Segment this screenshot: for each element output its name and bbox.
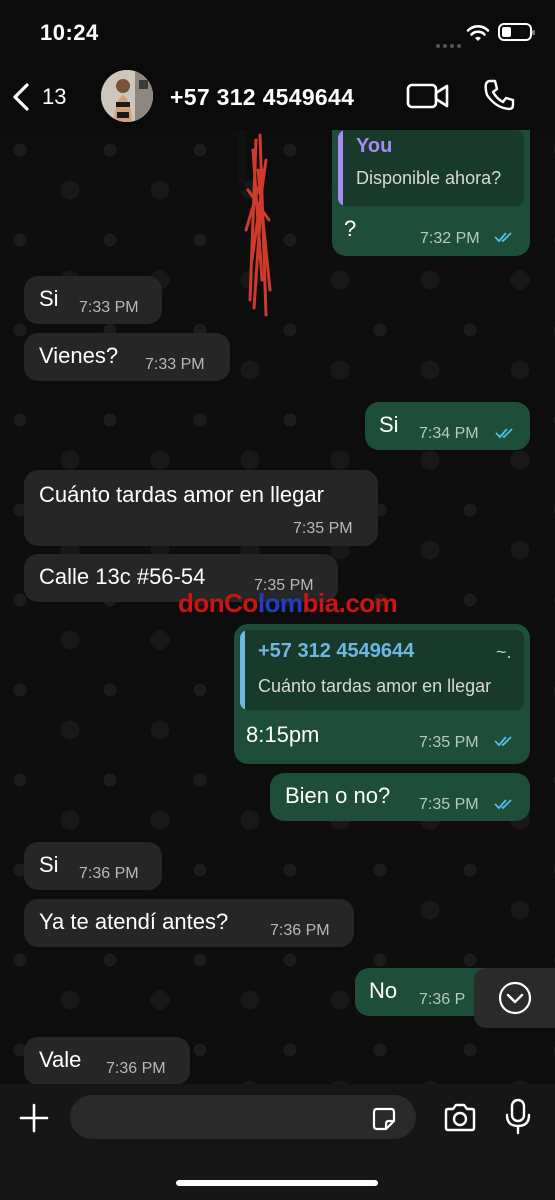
quote-author: +57 312 4549644: [258, 640, 415, 662]
read-receipt-icon: [495, 428, 513, 439]
message-bubble-outgoing[interactable]: Bien o no? 7:35 PM: [270, 773, 530, 821]
message-text: Vale: [39, 1047, 82, 1072]
message-bubble-incoming[interactable]: Si 7:33 PM: [24, 276, 162, 324]
status-bar: 10:24: [0, 0, 555, 64]
message-time: 7:36 PM: [106, 1060, 166, 1077]
status-time: 10:24: [40, 20, 99, 45]
sticker-icon[interactable]: [370, 1105, 398, 1133]
back-chevron-icon: [13, 83, 29, 111]
message-text: Ya te atendí antes?: [39, 909, 229, 934]
unread-count: 13: [42, 84, 67, 109]
message-time: 7:35 PM: [419, 734, 479, 751]
message-text: Si: [39, 852, 59, 877]
message-time: 7:33 PM: [145, 356, 205, 373]
back-button[interactable]: 13: [10, 80, 80, 114]
message-text: Vienes?: [39, 343, 119, 368]
battery-icon: [498, 23, 535, 41]
contact-name[interactable]: +57 312 4549644: [170, 84, 354, 111]
message-text: Si: [379, 412, 399, 437]
chat-header: 13 +57 312 4549644: [0, 64, 555, 130]
read-receipt-icon: [494, 736, 512, 747]
message-time: 7:35 PM: [419, 796, 479, 813]
phone-call-icon[interactable]: [482, 78, 516, 112]
message-time: 7:36 PM: [270, 922, 330, 939]
message-bubble-outgoing[interactable]: You Disponible ahora? ? 7:32 PM: [332, 130, 530, 256]
quoted-message[interactable]: +57 312 4549644 ~. Cuánto tardas amor en…: [240, 630, 524, 710]
camera-icon[interactable]: [442, 1102, 478, 1134]
message-text: No: [369, 978, 398, 1003]
message-text: Si: [39, 286, 59, 311]
message-bubble-incoming[interactable]: Si 7:36 PM: [24, 842, 162, 890]
read-receipt-icon: [494, 799, 512, 810]
message-bubble-incoming[interactable]: Vale 7:36 PM: [24, 1037, 190, 1084]
message-bubble-outgoing[interactable]: Si 7:34 PM: [365, 402, 530, 450]
message-input[interactable]: [70, 1095, 416, 1139]
quote-author-name: ~.: [496, 642, 512, 662]
microphone-icon[interactable]: [505, 1098, 531, 1136]
video-call-icon[interactable]: [406, 80, 450, 112]
message-bubble-incoming[interactable]: Vienes? 7:33 PM: [24, 333, 230, 381]
scroll-to-bottom-button[interactable]: [474, 968, 555, 1028]
quote-text: Cuánto tardas amor en llegar: [258, 676, 492, 696]
message-time: 7:32 PM: [420, 230, 480, 247]
signal-icon: [436, 35, 464, 53]
watermark: donColombia.com: [178, 588, 398, 618]
wifi-icon: [466, 25, 490, 41]
message-time: 7:35 PM: [293, 520, 353, 537]
avatar[interactable]: [101, 70, 153, 122]
message-text: Bien o no?: [285, 783, 391, 808]
message-bubble-incoming[interactable]: Cuánto tardas amor en llegar 7:35 PM: [24, 470, 378, 546]
plus-icon[interactable]: [18, 1102, 50, 1134]
quote-text: Disponible ahora?: [356, 168, 502, 188]
chat-area[interactable]: You Disponible ahora? ? 7:32 PM Si 7:33 …: [0, 130, 555, 1084]
message-bubble-incoming[interactable]: Ya te atendí antes? 7:36 PM: [24, 899, 354, 947]
redaction-scribble: [239, 130, 272, 317]
read-receipt-icon: [494, 232, 512, 243]
message-text: ?: [344, 216, 357, 241]
quoted-message[interactable]: You Disponible ahora?: [338, 130, 524, 206]
message-text: Cuánto tardas amor en llegar: [39, 482, 324, 507]
message-time: 7:34 PM: [419, 425, 479, 442]
quote-author: You: [356, 135, 393, 157]
message-time: 7:36 P: [419, 991, 466, 1008]
message-bubble-outgoing[interactable]: +57 312 4549644 ~. Cuánto tardas amor en…: [234, 624, 530, 764]
home-indicator: [176, 1180, 378, 1186]
chevron-down-icon: [498, 981, 532, 1015]
message-text: 8:15pm: [246, 722, 320, 747]
message-time: 7:36 PM: [79, 865, 139, 882]
message-text: Calle 13c #56-54: [39, 564, 206, 589]
message-time: 7:33 PM: [79, 299, 139, 316]
